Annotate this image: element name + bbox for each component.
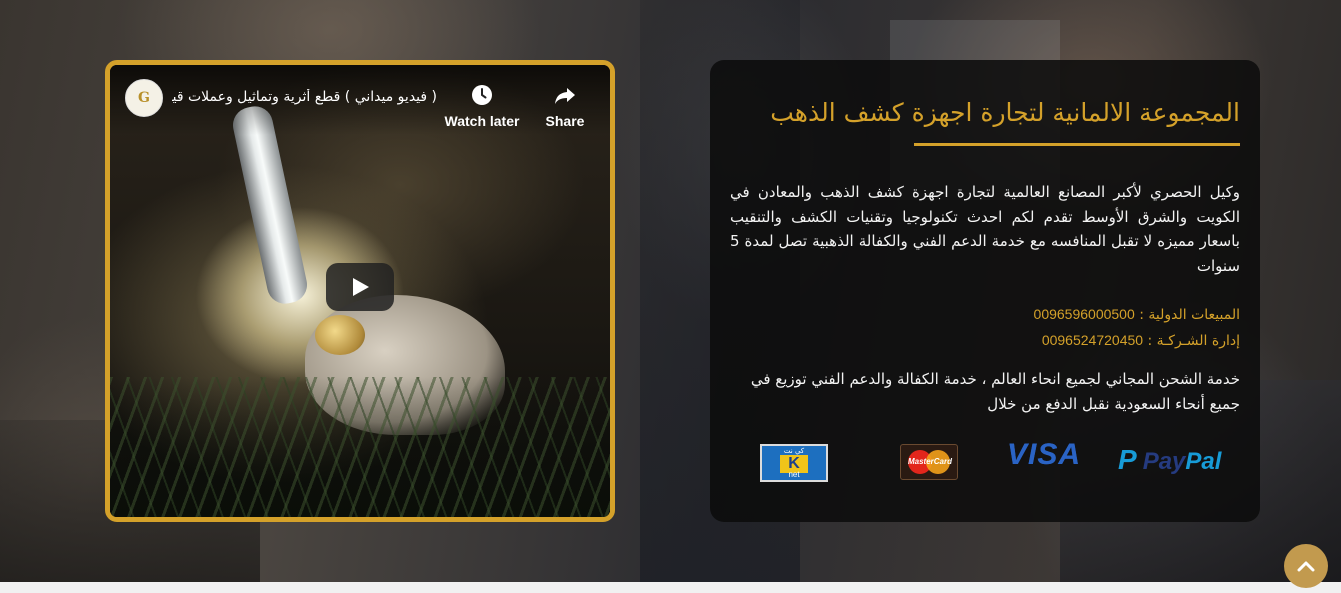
mastercard-logo: MasterCard (900, 444, 958, 480)
sales-contact: المبيعات الدولية : 0096596000500 (1034, 306, 1240, 323)
video-title-link[interactable]: ( فيديو ميداني ) قطع أثرية وتماثيل وعملا… (172, 89, 437, 105)
company-description: وكيل الحصري لأكبر المصانع العالمية لتجار… (730, 183, 1240, 275)
sales-phone-link[interactable]: 0096596000500 (1034, 306, 1135, 322)
panel-title: المجموعة الالمانية لتجارة اجهزة كشف الذه… (770, 98, 1240, 127)
paypal-icon: P (1118, 444, 1137, 475)
company-info-panel: المجموعة الالمانية لتجارة اجهزة كشف الذه… (710, 60, 1260, 522)
payment-logos: P PayPal VISA MasterCard كي نت K net (710, 438, 1260, 484)
grass-image (110, 377, 610, 517)
page-bottom-strip (0, 582, 1341, 593)
paypal-pal-text: Pal (1185, 448, 1222, 475)
admin-contact: إدارة الشـركـة : 0096524720450 (1042, 332, 1240, 349)
hero-background: G ( فيديو ميداني ) قطع أثرية وتماثيل وعم… (0, 0, 1341, 582)
play-icon (353, 278, 369, 296)
knet-logo: كي نت K net (760, 444, 828, 482)
admin-label: إدارة الشـركـة : (1147, 333, 1240, 349)
scroll-to-top-button[interactable] (1284, 544, 1328, 588)
watch-later-button[interactable]: Watch later (440, 83, 524, 129)
video-embed[interactable]: G ( فيديو ميداني ) قطع أثرية وتماثيل وعم… (105, 60, 615, 522)
share-label: Share (545, 113, 585, 129)
title-divider (914, 143, 1240, 146)
clock-icon (472, 85, 492, 105)
channel-logo-text: G (138, 90, 150, 106)
coin-image (315, 315, 365, 355)
sales-label: المبيعات الدولية : (1139, 307, 1240, 323)
share-icon (555, 88, 575, 104)
paypal-pay-text: Pay (1142, 448, 1186, 475)
paypal-logo: P PayPal (1118, 444, 1221, 476)
admin-phone-link[interactable]: 0096524720450 (1042, 332, 1143, 348)
channel-logo[interactable]: G (125, 79, 163, 117)
share-button[interactable]: Share (535, 83, 595, 129)
knet-net-text: net (788, 470, 800, 479)
visa-logo: VISA (1007, 438, 1082, 471)
shipping-info: خدمة الشحن المجاني لجميع انحاء العالم ، … (750, 370, 1240, 413)
watch-later-label: Watch later (444, 113, 520, 129)
play-button[interactable] (326, 263, 394, 311)
mastercard-text: MasterCard (907, 457, 952, 466)
chevron-up-icon (1297, 561, 1315, 572)
